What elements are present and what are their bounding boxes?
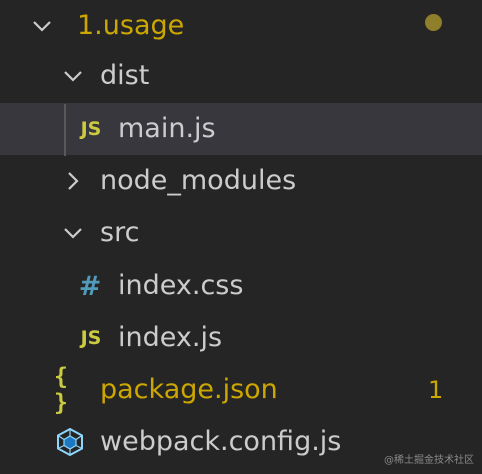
- webpack-icon: [55, 416, 85, 468]
- css-icon: #: [78, 270, 102, 302]
- folder-row-node-modules[interactable]: node_modules: [0, 155, 482, 207]
- folder-label: src: [100, 217, 140, 248]
- watermark: @稀土掘金技术社区: [384, 455, 474, 466]
- file-label: main.js: [118, 113, 216, 144]
- folder-row-1-usage[interactable]: 1.usage: [0, 0, 482, 52]
- indent-guide: [64, 104, 66, 156]
- chevron-down-icon: [61, 64, 85, 88]
- json-icon: { }: [54, 364, 68, 416]
- folder-label: 1.usage: [77, 10, 185, 41]
- folder-label: node_modules: [100, 165, 297, 196]
- file-label: index.js: [118, 322, 223, 353]
- js-icon: JS: [80, 118, 102, 140]
- file-row-package-json[interactable]: { } package.json 1: [0, 364, 482, 416]
- chevron-down-icon: [61, 221, 85, 245]
- chevron-down-icon: [30, 14, 54, 38]
- folder-row-dist[interactable]: dist: [0, 50, 482, 102]
- chevron-right-icon: [61, 169, 85, 193]
- modified-dot-icon: [425, 14, 442, 31]
- file-label: index.css: [118, 270, 244, 301]
- file-label: package.json: [100, 374, 278, 405]
- folder-label: dist: [100, 60, 150, 91]
- problems-count-badge: 1: [428, 376, 444, 404]
- folder-row-src[interactable]: src: [0, 207, 482, 259]
- file-row-main-js[interactable]: JS main.js: [0, 103, 482, 155]
- file-label: webpack.config.js: [100, 426, 342, 457]
- file-explorer-tree: 1.usage dist JS main.js node_modules src…: [0, 0, 482, 474]
- js-icon: JS: [80, 327, 102, 349]
- file-row-index-css[interactable]: # index.css: [0, 260, 482, 312]
- file-row-index-js[interactable]: JS index.js: [0, 312, 482, 364]
